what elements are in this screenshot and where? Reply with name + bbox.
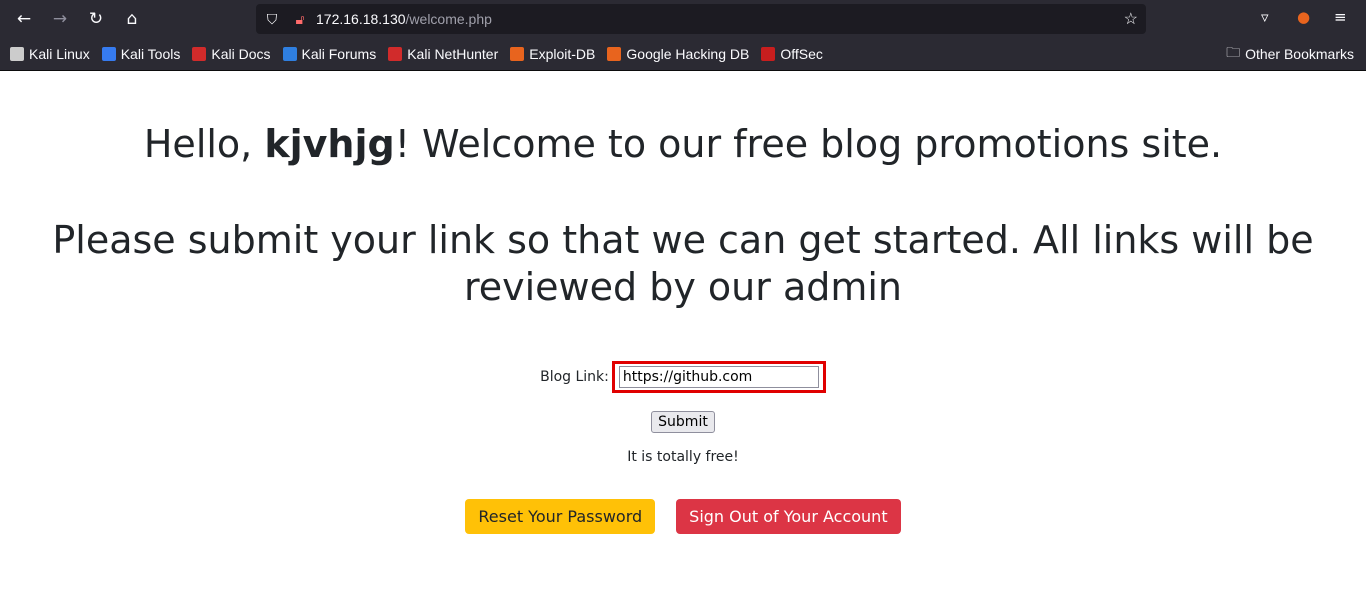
menu-icon[interactable]: ≡ <box>1334 8 1347 26</box>
blog-link-form: Blog Link: <box>0 361 1366 393</box>
welcome-heading: Hello, kjvhjg! Welcome to our free blog … <box>143 122 1223 166</box>
reload-button[interactable]: ↻ <box>78 4 114 34</box>
offsec-icon <box>761 47 776 61</box>
shield-icon[interactable]: ⛉ <box>260 11 284 28</box>
highlight-box <box>611 361 826 393</box>
bookmarks-bar: Kali Linux Kali Tools Kali Docs Kali Forums… <box>0 38 1366 71</box>
kali-tools-icon <box>101 47 116 61</box>
exploit-db-icon <box>510 47 525 61</box>
forward-button[interactable]: → <box>42 4 78 34</box>
bookmark-kali-forums[interactable]: Kali Forums <box>282 46 376 62</box>
page-content: Hello, kjvhjg! Welcome to our free blog … <box>0 121 1366 534</box>
browser-toolbar: ← → ↻ ⌂ ⛉ 🔓︎ 172.16.18.130/welcome.php ☆… <box>0 0 1366 38</box>
extension-icon[interactable]: ● <box>1297 8 1310 26</box>
url-host: 172.16.18.130 <box>316 11 406 27</box>
url-bar[interactable]: ⛉ 🔓︎ 172.16.18.130/welcome.php ☆ <box>256 4 1146 34</box>
folder-icon: 🗀︎ <box>1226 44 1241 60</box>
other-bookmarks[interactable]: 🗀︎ Other Bookmarks <box>1226 42 1354 66</box>
home-button[interactable]: ⌂ <box>114 4 150 34</box>
bookmark-kali-linux[interactable]: Kali Linux <box>10 46 90 62</box>
bookmark-kali-docs[interactable]: Kali Docs <box>192 46 271 62</box>
blog-link-input[interactable] <box>618 366 819 388</box>
instructions-heading: Please submit your link so that we can g… <box>52 218 1314 309</box>
kali-docs-icon <box>192 47 207 61</box>
bookmark-exploit-db[interactable]: Exploit-DB <box>510 46 595 62</box>
nethunter-icon <box>388 47 403 61</box>
bookmark-google-hacking-db[interactable]: Google Hacking DB <box>607 46 749 62</box>
back-button[interactable]: ← <box>6 4 42 34</box>
username: kjvhjg <box>264 122 395 166</box>
pocket-icon[interactable]: ▿ <box>1261 8 1269 26</box>
kali-forums-icon <box>282 47 297 61</box>
ghdb-icon <box>607 47 622 61</box>
bookmark-star-icon[interactable]: ☆ <box>1124 9 1138 29</box>
reset-password-button[interactable]: Reset Your Password <box>465 499 656 534</box>
free-note: It is totally free! <box>627 449 739 465</box>
bookmark-kali-tools[interactable]: Kali Tools <box>101 46 180 62</box>
submit-button[interactable]: Submit <box>651 411 715 433</box>
sign-out-button[interactable]: Sign Out of Your Account <box>676 499 901 534</box>
bookmark-kali-nethunter[interactable]: Kali NetHunter <box>388 46 498 62</box>
kali-dragon-icon <box>10 47 24 61</box>
insecure-lock-icon[interactable]: 🔓︎ <box>288 11 312 28</box>
blog-link-label: Blog Link: <box>540 369 609 385</box>
bookmark-offsec[interactable]: OffSec <box>761 46 823 62</box>
url-path: /welcome.php <box>405 11 492 27</box>
